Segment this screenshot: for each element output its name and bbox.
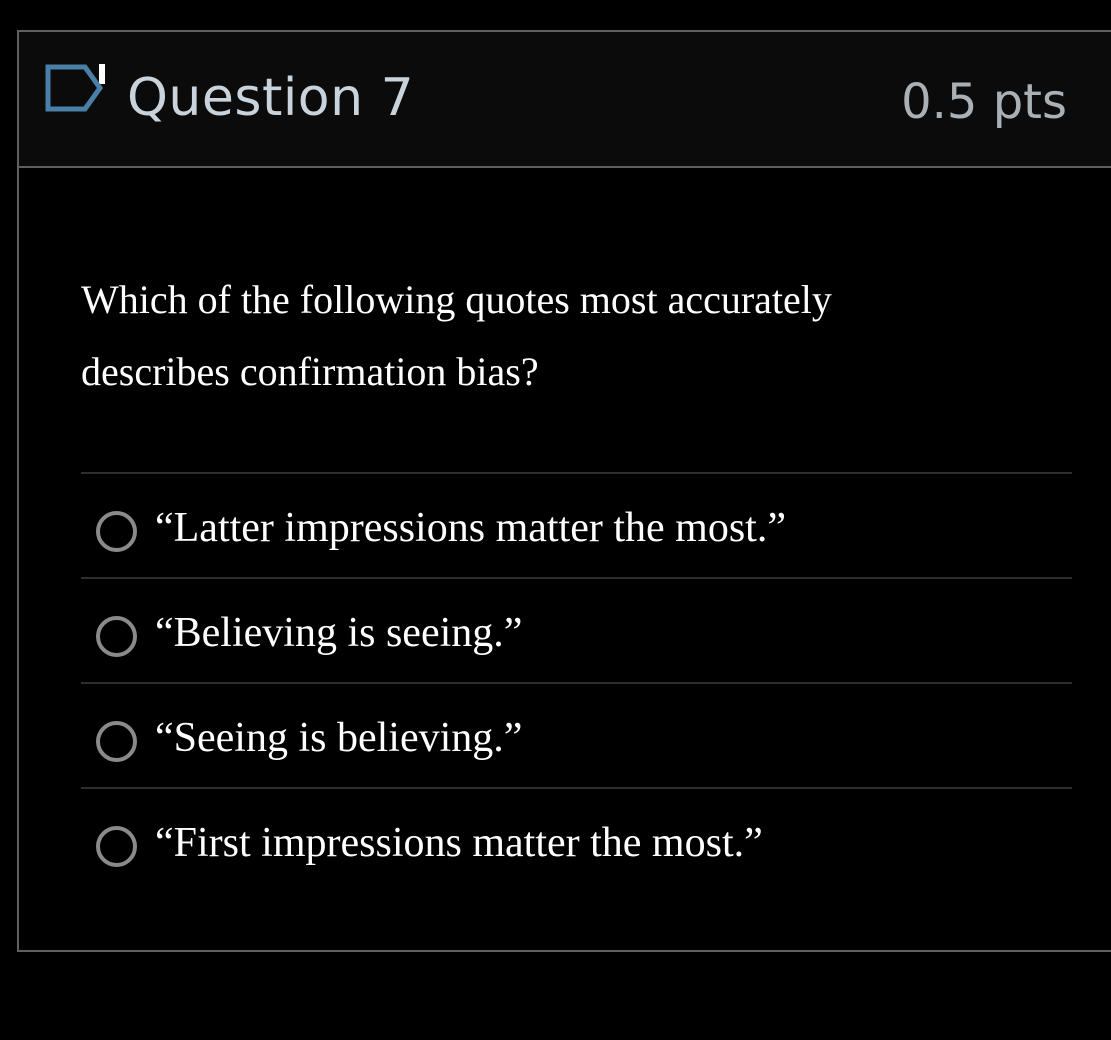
question-text-line: describes confirmation bias? [81, 349, 539, 394]
question-text: Which of the following quotes most accur… [81, 264, 981, 408]
question-card: Question 7 0.5 pts Which of the followin… [17, 30, 1111, 952]
question-header: Question 7 0.5 pts [19, 32, 1111, 168]
answer-list: “Latter impressions matter the most.” “B… [81, 472, 1072, 892]
flag-bookmark-icon[interactable] [45, 64, 105, 114]
radio-button[interactable] [96, 721, 137, 762]
radio-button[interactable] [96, 511, 137, 552]
answer-option-2[interactable]: “Believing is seeing.” [81, 579, 1072, 684]
answer-option-4[interactable]: “First impressions matter the most.” [81, 789, 1072, 892]
question-points: 0.5 pts [901, 74, 1067, 130]
radio-button[interactable] [96, 826, 137, 867]
answer-label[interactable]: “Believing is seeing.” [155, 607, 522, 659]
radio-button[interactable] [96, 616, 137, 657]
question-title: Question 7 [127, 68, 415, 128]
answer-label[interactable]: “First impressions matter the most.” [155, 817, 763, 869]
question-text-line: Which of the following quotes most accur… [81, 277, 832, 322]
answer-label[interactable]: “Seeing is believing.” [155, 712, 522, 764]
answer-option-1[interactable]: “Latter impressions matter the most.” [81, 474, 1072, 579]
answer-label[interactable]: “Latter impressions matter the most.” [155, 502, 786, 554]
answer-option-3[interactable]: “Seeing is believing.” [81, 684, 1072, 789]
